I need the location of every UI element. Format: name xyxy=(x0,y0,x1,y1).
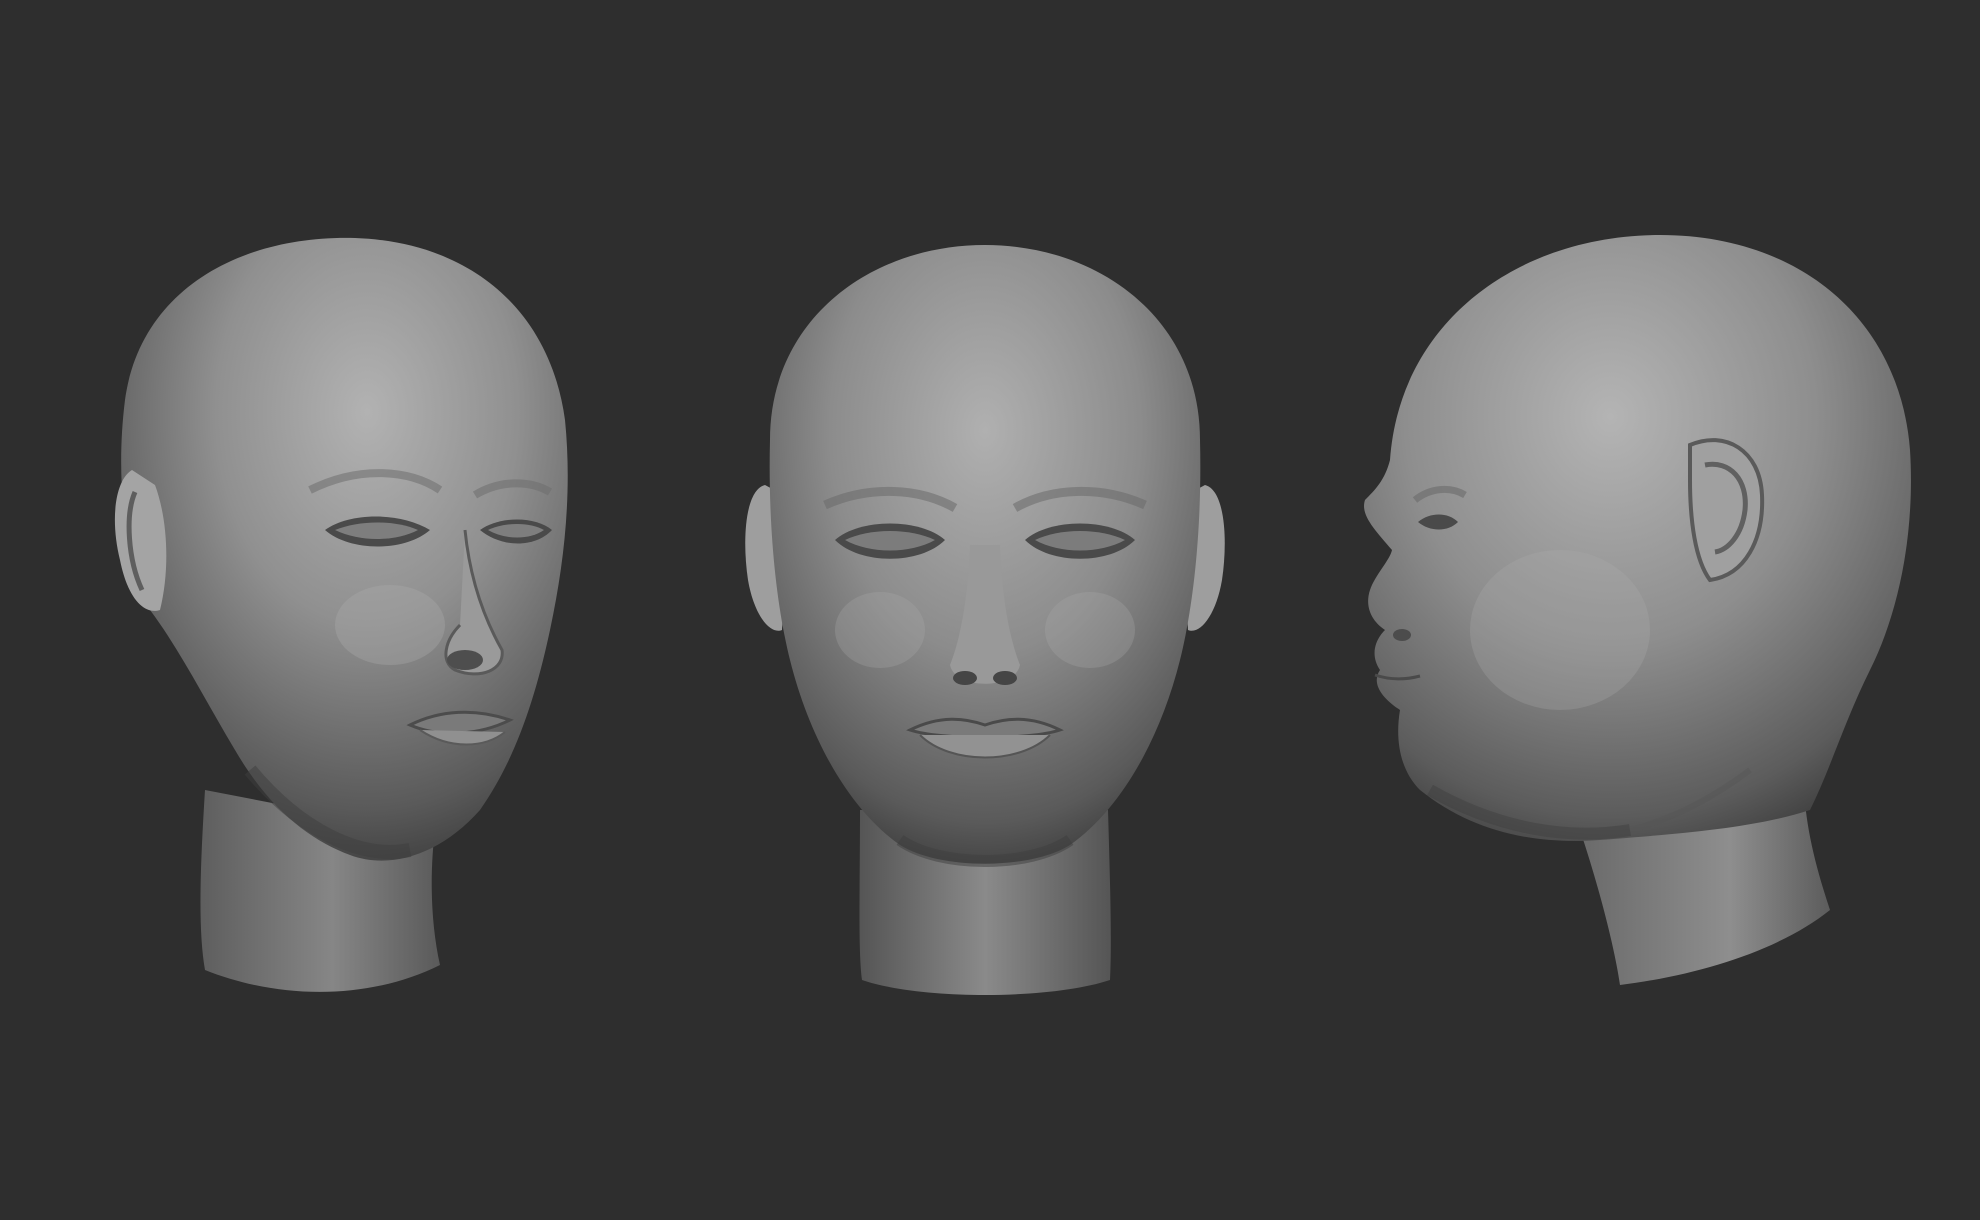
head-front-view xyxy=(740,240,1240,1010)
head-profile-view xyxy=(1330,230,1920,1000)
nostril xyxy=(1393,629,1411,641)
render-viewport xyxy=(0,0,1980,1220)
head-three-quarter-render xyxy=(114,237,568,992)
head-profile-render xyxy=(1364,235,1911,985)
head-shape xyxy=(1364,235,1911,841)
head-shape xyxy=(121,237,568,861)
head-front-render xyxy=(745,245,1225,995)
head-three-quarter-view xyxy=(110,230,610,1000)
